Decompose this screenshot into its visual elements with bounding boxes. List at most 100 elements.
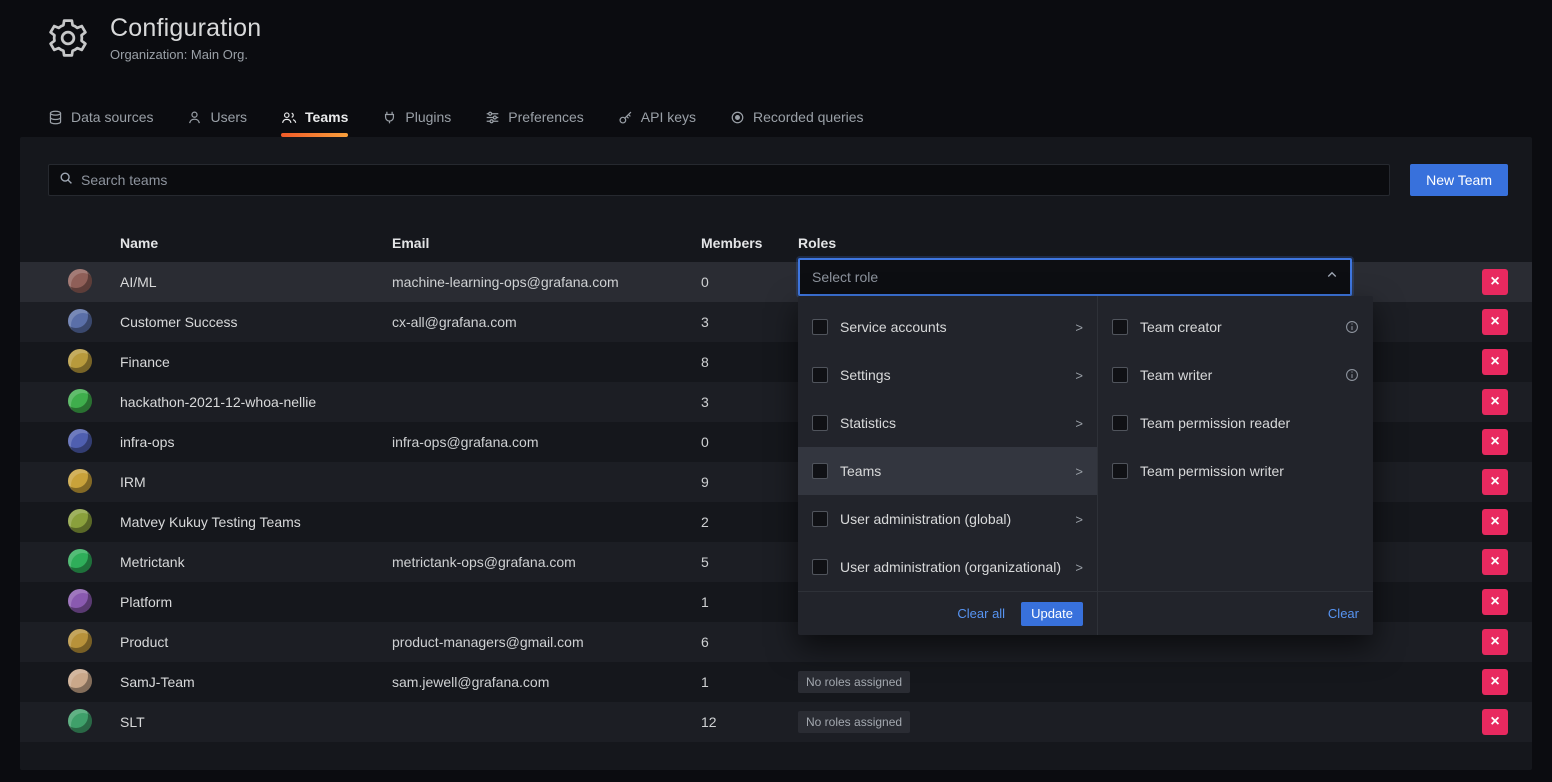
checkbox[interactable] <box>1112 463 1128 479</box>
delete-team-button[interactable]: × <box>1482 429 1508 455</box>
checkbox[interactable] <box>812 319 828 335</box>
tab-teams[interactable]: Teams <box>281 99 348 137</box>
team-name[interactable]: SLT <box>120 714 392 730</box>
team-email: cx-all@grafana.com <box>392 314 701 330</box>
delete-team-button[interactable]: × <box>1482 469 1508 495</box>
role-option-team-creator[interactable]: Team creator <box>1098 303 1373 351</box>
team-name[interactable]: Platform <box>120 594 392 610</box>
role-option-label: Team permission writer <box>1140 463 1284 479</box>
close-icon: × <box>1490 554 1499 570</box>
team-name[interactable]: AI/ML <box>120 274 392 290</box>
team-avatar <box>68 509 92 533</box>
chevron-right-icon: > <box>1075 560 1083 575</box>
team-members-count: 1 <box>701 594 798 610</box>
column-email: Email <box>392 235 701 251</box>
search-teams-input[interactable] <box>81 172 1379 188</box>
tab-data-sources[interactable]: Data sources <box>48 99 153 137</box>
team-name[interactable]: Finance <box>120 354 392 370</box>
role-group-settings[interactable]: Settings> <box>798 351 1097 399</box>
page-header: Configuration Organization: Main Org. <box>44 14 261 62</box>
tab-plugins[interactable]: Plugins <box>382 99 451 137</box>
delete-team-button[interactable]: × <box>1482 549 1508 575</box>
delete-team-button[interactable]: × <box>1482 349 1508 375</box>
role-group-list: Service accounts>Settings>Statistics>Tea… <box>798 296 1098 635</box>
role-select-placeholder: Select role <box>812 269 878 285</box>
update-button[interactable]: Update <box>1021 602 1083 626</box>
tab-api-keys[interactable]: API keys <box>618 99 696 137</box>
team-name[interactable]: Product <box>120 634 392 650</box>
team-members-count: 1 <box>701 674 798 690</box>
table-row[interactable]: SLT12No roles assigned× <box>20 702 1532 742</box>
team-email: sam.jewell@grafana.com <box>392 674 701 690</box>
team-name[interactable]: infra-ops <box>120 434 392 450</box>
delete-team-button[interactable]: × <box>1482 709 1508 735</box>
team-members-count: 3 <box>701 314 798 330</box>
tab-users[interactable]: Users <box>187 99 247 137</box>
close-icon: × <box>1490 714 1499 730</box>
team-name[interactable]: Customer Success <box>120 314 392 330</box>
config-tab-bar: Data sources Users Teams Plugins Preferences… <box>48 99 1552 137</box>
team-name[interactable]: SamJ-Team <box>120 674 392 690</box>
team-avatar <box>68 429 92 453</box>
search-box <box>48 164 1390 196</box>
toolbar: New Team <box>20 137 1532 196</box>
delete-team-button[interactable]: × <box>1482 269 1508 295</box>
checkbox[interactable] <box>1112 367 1128 383</box>
role-group-statistics[interactable]: Statistics> <box>798 399 1097 447</box>
delete-team-button[interactable]: × <box>1482 509 1508 535</box>
info-icon[interactable] <box>1345 320 1359 334</box>
delete-team-button[interactable]: × <box>1482 389 1508 415</box>
team-name[interactable]: hackathon-2021-12-whoa-nellie <box>120 394 392 410</box>
chevron-right-icon: > <box>1075 368 1083 383</box>
info-icon[interactable] <box>1345 368 1359 382</box>
chevron-right-icon: > <box>1075 464 1083 479</box>
role-select-input[interactable]: Select role <box>798 258 1352 296</box>
role-option-label: Team writer <box>1140 367 1212 383</box>
checkbox[interactable] <box>1112 319 1128 335</box>
role-option-label: Team creator <box>1140 319 1222 335</box>
clear-all-link[interactable]: Clear all <box>957 606 1005 621</box>
team-members-count: 9 <box>701 474 798 490</box>
team-members-count: 0 <box>701 434 798 450</box>
team-avatar <box>68 549 92 573</box>
gear-icon <box>44 14 92 62</box>
tab-label: Users <box>210 109 247 125</box>
checkbox[interactable] <box>812 367 828 383</box>
role-group-teams[interactable]: Teams> <box>798 447 1097 495</box>
checkbox[interactable] <box>812 415 828 431</box>
checkbox[interactable] <box>812 463 828 479</box>
role-picker: Select role Service accounts>Settings>St… <box>798 258 1352 296</box>
delete-team-button[interactable]: × <box>1482 669 1508 695</box>
column-members: Members <box>701 235 798 251</box>
table-row[interactable]: SamJ-Teamsam.jewell@grafana.com1No roles… <box>20 662 1532 702</box>
tab-label: Teams <box>305 109 348 125</box>
role-option-team-writer[interactable]: Team writer <box>1098 351 1373 399</box>
delete-team-button[interactable]: × <box>1482 309 1508 335</box>
role-option-team-permission-reader[interactable]: Team permission reader <box>1098 399 1373 447</box>
role-group-service-accounts[interactable]: Service accounts> <box>798 303 1097 351</box>
close-icon: × <box>1490 354 1499 370</box>
team-name[interactable]: Metrictank <box>120 554 392 570</box>
chevron-right-icon: > <box>1075 416 1083 431</box>
team-email: metrictank-ops@grafana.com <box>392 554 701 570</box>
tab-label: Recorded queries <box>753 109 864 125</box>
roles-badge: No roles assigned <box>798 671 910 693</box>
tab-recorded-queries[interactable]: Recorded queries <box>730 99 864 137</box>
checkbox[interactable] <box>812 559 828 575</box>
team-name[interactable]: IRM <box>120 474 392 490</box>
delete-team-button[interactable]: × <box>1482 589 1508 615</box>
team-avatar <box>68 349 92 373</box>
tab-preferences[interactable]: Preferences <box>485 99 583 137</box>
role-group-user-administration-organizational[interactable]: User administration (organizational)> <box>798 543 1097 591</box>
team-avatar <box>68 709 92 733</box>
team-name[interactable]: Matvey Kukuy Testing Teams <box>120 514 392 530</box>
role-option-team-permission-writer[interactable]: Team permission writer <box>1098 447 1373 495</box>
checkbox[interactable] <box>812 511 828 527</box>
plug-icon <box>382 110 397 125</box>
close-icon: × <box>1490 314 1499 330</box>
role-group-user-administration-global[interactable]: User administration (global)> <box>798 495 1097 543</box>
checkbox[interactable] <box>1112 415 1128 431</box>
clear-link[interactable]: Clear <box>1328 606 1359 621</box>
delete-team-button[interactable]: × <box>1482 629 1508 655</box>
new-team-button[interactable]: New Team <box>1410 164 1508 196</box>
